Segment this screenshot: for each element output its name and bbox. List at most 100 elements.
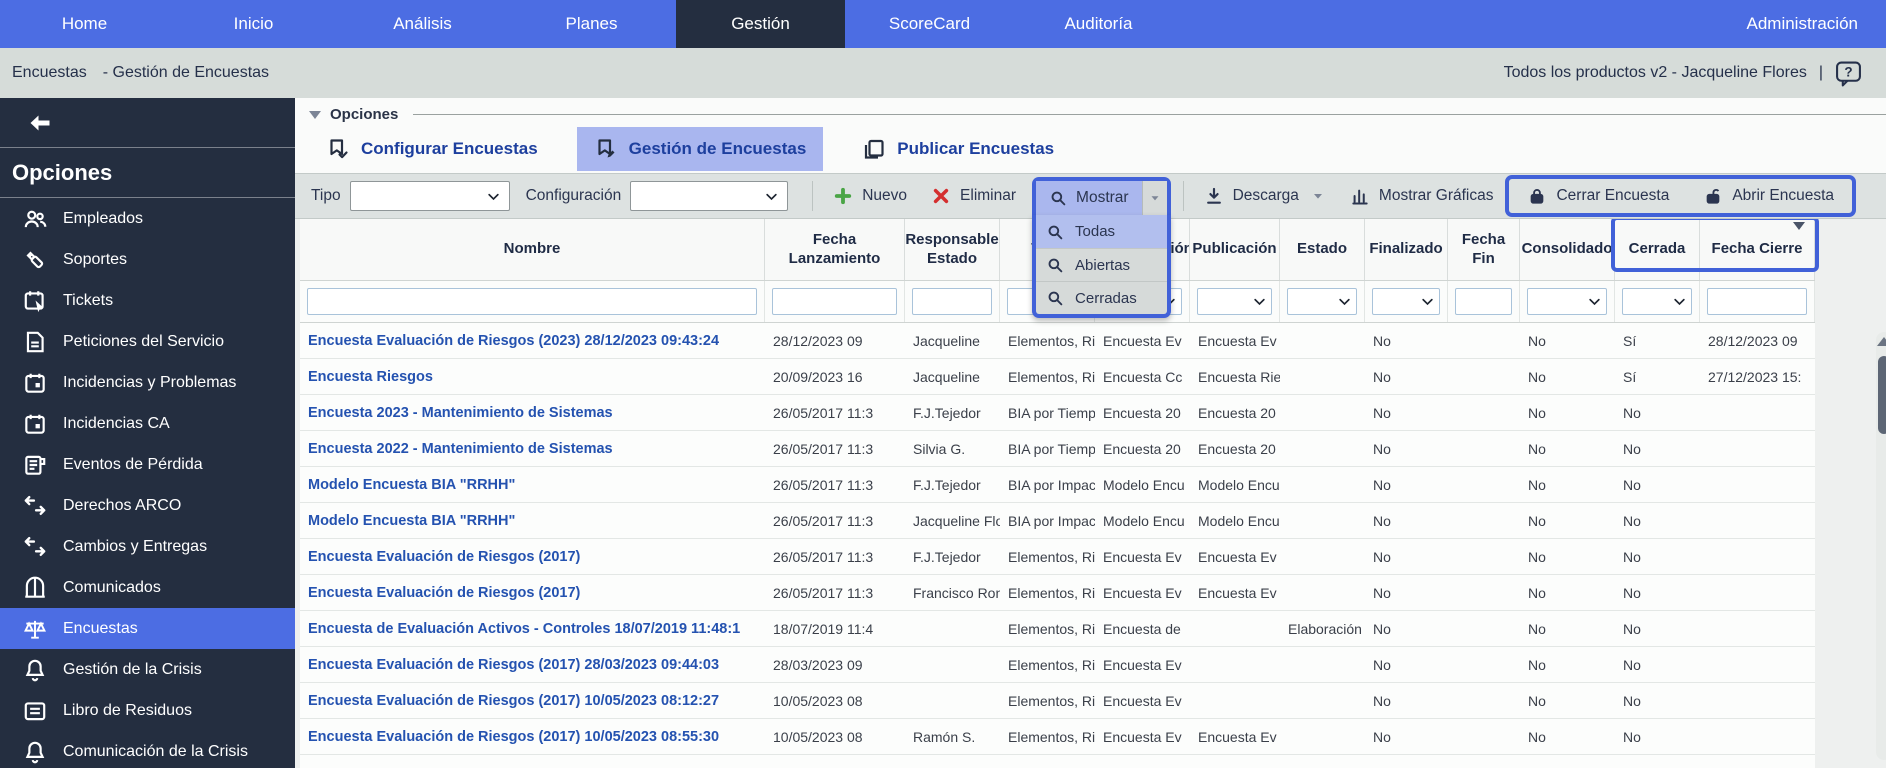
sidebar-item-tickets[interactable]: Tickets [0,280,295,321]
table-cell: Modelo Encu [1190,467,1280,502]
mostrar-menu-item-todas[interactable]: Todas [1036,215,1167,248]
scales-icon [22,616,48,642]
filter-select-9[interactable] [1527,288,1607,315]
abrir-encuesta-button[interactable]: Abrir Encuesta [1691,186,1846,206]
sidebar-menu: EmpleadosSoportesTickets Peticiones del S… [0,198,295,768]
table-cell [1700,539,1815,574]
nav-item-análisis[interactable]: Análisis [338,0,507,48]
survey-link[interactable]: Encuesta Evaluación de Riesgos (2017) [300,575,765,610]
filter-input-0[interactable] [307,288,757,315]
nav-item-scorecard[interactable]: ScoreCard [845,0,1014,48]
nav-item-inicio[interactable]: Inicio [169,0,338,48]
back-button[interactable] [0,98,295,148]
table-cell [1280,395,1365,430]
survey-link[interactable]: Encuesta 2023 - Mantenimiento de Sistema… [300,395,765,430]
table-cell: F.J.Tejedor [905,467,1000,502]
sidebar-item-incidencias-y-problemas[interactable]: Incidencias y Problemas [0,362,295,403]
sidebar-item-empleados[interactable]: Empleados [0,198,295,239]
sidebar-item-encuestas[interactable]: Encuestas [0,608,295,649]
column-header-cerrada[interactable]: Cerrada [1615,219,1700,280]
cerrar-encuesta-button[interactable]: Cerrar Encuesta [1515,186,1681,206]
tab-publicar-encuestas[interactable]: Publicar Encuestas [845,127,1071,171]
sort-icon[interactable] [1793,222,1805,230]
table-cell: Encuesta Ev [1190,719,1280,754]
survey-link[interactable]: Encuesta Evaluación de Riesgos (2023) 28… [300,323,765,358]
scrollbar-thumb[interactable] [1878,356,1886,434]
table-cell [1448,395,1520,430]
sidebar-item-gesti-n-de-la-crisis[interactable]: Gestión de la Crisis [0,649,295,690]
filter-cell [1365,281,1448,322]
sidebar-item-derechos-arco[interactable]: Derechos ARCO [0,485,295,526]
sidebar-item-libro-de-residuos[interactable]: Libro de Residuos [0,690,295,731]
mostrar-caret[interactable] [1142,181,1167,215]
mostrar-menu: TodasAbiertasCerradas [1032,215,1171,318]
filter-input-2[interactable] [912,288,992,315]
filter-input-11[interactable] [1707,288,1807,315]
help-bubble-icon[interactable]: ? [1835,60,1862,87]
filter-input-1[interactable] [772,288,897,315]
survey-link[interactable]: Encuesta Evaluación de Riesgos (2017) 10… [300,683,765,718]
sidebar-item-comunicados[interactable]: Comunicados [0,567,295,608]
configuracion-select[interactable] [630,181,788,211]
options-section-header[interactable]: Opciones [295,98,1886,125]
survey-link[interactable]: Encuesta de Evaluación Activos - Control… [300,611,765,646]
descarga-button[interactable]: Descarga [1192,186,1338,206]
column-header-responsable-estado[interactable]: Responsable Estado [905,219,1000,280]
descarga-caret-icon[interactable] [1310,188,1326,204]
column-header-publicaci-n[interactable]: Publicación [1190,219,1280,280]
table-cell: 26/05/2017 11:3 [765,503,905,538]
tipo-filter-label: Tipo [311,187,341,205]
survey-link[interactable]: Encuesta Riesgos [300,359,765,394]
sidebar-item-label: Peticiones del Servicio [63,333,224,351]
nuevo-button[interactable]: Nuevo [821,186,919,206]
nav-item-gestión[interactable]: Gestión [676,0,845,48]
sidebar-item-comunicaci-n-de-la-crisis[interactable]: Comunicación de la Crisis [0,731,295,768]
table-cell: No [1365,395,1448,430]
mostrar-menu-item-abiertas[interactable]: Abiertas [1036,248,1167,281]
survey-link[interactable]: Encuesta Evaluación de Riesgos (2017) [300,539,765,574]
sidebar: Opciones EmpleadosSoportesTicketsPeticio… [0,98,295,768]
column-header-fecha-lanzamiento[interactable]: Fecha Lanzamiento [765,219,905,280]
table-cell: Elementos, Rie [1000,647,1095,682]
sidebar-item-incidencias-ca[interactable]: Incidencias CA [0,403,295,444]
column-header-estado[interactable]: Estado [1280,219,1365,280]
sidebar-item-label: Libro de Residuos [63,702,192,720]
mostrar-graficas-button[interactable]: Mostrar Gráficas [1338,186,1506,206]
filter-select-7[interactable] [1372,288,1440,315]
sidebar-item-soportes[interactable]: Soportes [0,239,295,280]
sidebar-item-label: Eventos de Pérdida [63,456,203,474]
nav-item-planes[interactable]: Planes [507,0,676,48]
filter-input-8[interactable] [1455,288,1512,315]
table-cell: Elementos, Rie [1000,719,1095,754]
scroll-up-icon[interactable] [1877,337,1886,346]
survey-link[interactable]: Encuesta Evaluación de Riesgos (2017) 28… [300,647,765,682]
column-header-consolidado[interactable]: Consolidado [1520,219,1615,280]
tipo-select[interactable] [350,181,510,211]
column-header-finalizado[interactable]: Finalizado [1365,219,1448,280]
table-cell: Encuesta 20 [1190,431,1280,466]
filter-select-10[interactable] [1622,288,1692,315]
column-header-fecha-cierre[interactable]: Fecha Cierre [1700,219,1815,280]
tab-gesti-n-de-encuestas[interactable]: Gestión de Encuestas [577,127,824,171]
sidebar-item-peticiones-del-servicio[interactable]: Peticiones del Servicio [0,321,295,362]
column-header-nombre[interactable]: Nombre [300,219,765,280]
sidebar-item-cambios-y-entregas[interactable]: Cambios y Entregas [0,526,295,567]
nav-item-administracion[interactable]: Administración [1719,0,1886,48]
mostrar-button[interactable]: Mostrar [1036,181,1167,215]
survey-link[interactable]: Encuesta 2022 - Mantenimiento de Sistema… [300,431,765,466]
table-cell: Sí [1615,323,1700,358]
eliminar-button[interactable]: Eliminar [919,186,1028,206]
column-header-fecha-fin[interactable]: Fecha Fin [1448,219,1520,280]
vertical-scrollbar[interactable] [1876,332,1886,760]
tab-configurar-encuestas[interactable]: Configurar Encuestas [309,127,555,171]
filter-select-6[interactable] [1287,288,1357,315]
survey-link[interactable]: Modelo Encuesta BIA "RRHH" [300,467,765,502]
survey-link[interactable]: Encuesta Evaluación de Riesgos (2017) 10… [300,719,765,754]
mostrar-menu-item-cerradas[interactable]: Cerradas [1036,281,1167,314]
nav-item-home[interactable]: Home [0,0,169,48]
sidebar-item-eventos-de-p-rdida[interactable]: Eventos de Pérdida [0,444,295,485]
nav-item-auditoría[interactable]: Auditoría [1014,0,1183,48]
survey-link[interactable]: Modelo Encuesta BIA "RRHH" [300,503,765,538]
filter-select-5[interactable] [1197,288,1272,315]
table-cell: No [1520,359,1615,394]
